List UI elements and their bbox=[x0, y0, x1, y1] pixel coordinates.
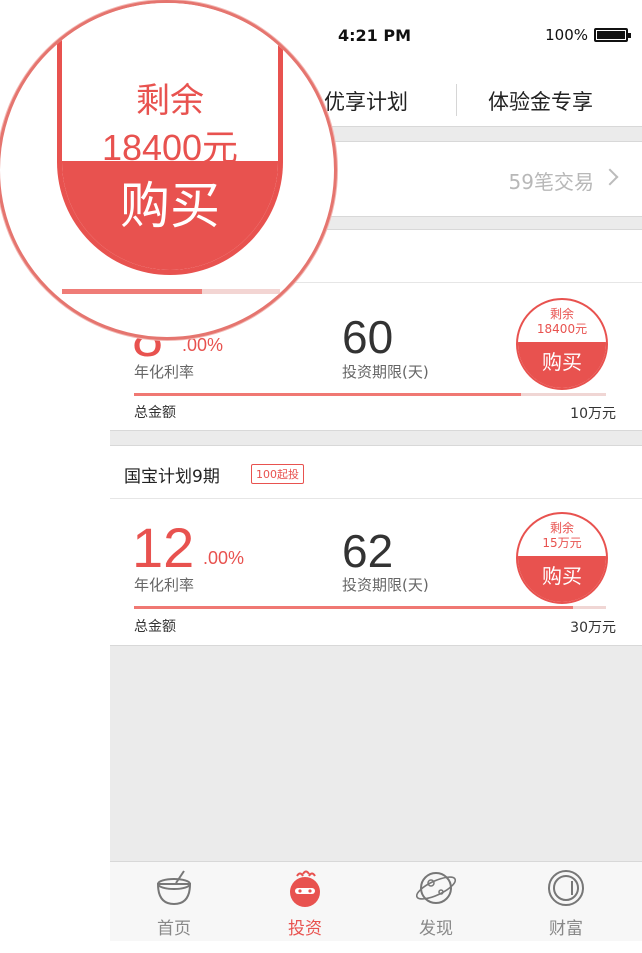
battery-icon bbox=[594, 28, 631, 42]
magnified-progress-fill bbox=[62, 289, 202, 294]
term-days: 60 bbox=[342, 311, 394, 363]
remaining-value: 18400元 bbox=[536, 322, 588, 336]
header-divider bbox=[110, 498, 642, 499]
buy-button[interactable]: 剩余 18400元 购买 bbox=[516, 298, 608, 390]
term-label: 投资期限(天) bbox=[342, 576, 429, 594]
total-amount-label: 总金额 bbox=[134, 405, 176, 421]
transactions-count: 59笔交易 bbox=[508, 170, 594, 194]
remaining-value: 15万元 bbox=[542, 536, 582, 550]
battery-percent: 100% bbox=[545, 26, 588, 44]
planet-icon bbox=[416, 872, 456, 904]
rate-label: 年化利率 bbox=[134, 576, 195, 594]
remaining-amount: 剩余 18400元 bbox=[518, 300, 606, 342]
magnifier-overlay: 剩余 18400元 购买 bbox=[0, 0, 337, 340]
nav-label-discover: 发现 bbox=[419, 919, 453, 939]
rate-integer: 12 bbox=[132, 516, 195, 579]
coconut-icon bbox=[156, 870, 192, 906]
status-time: 4:21 PM bbox=[338, 26, 412, 45]
progress-bar bbox=[134, 606, 606, 609]
buy-button[interactable]: 剩余 15万元 购买 bbox=[516, 512, 608, 604]
nav-discover[interactable]: 发现 bbox=[396, 862, 476, 942]
nav-label-wealth: 财富 bbox=[549, 919, 583, 939]
status-battery: 100% bbox=[545, 26, 631, 44]
chevron-right-icon bbox=[601, 168, 619, 186]
magnified-buy-button: 剩余 18400元 购买 bbox=[57, 3, 283, 275]
total-amount-label: 总金额 bbox=[134, 619, 176, 635]
home-indicator-area bbox=[110, 941, 642, 953]
plan-name: 国宝计划9期 bbox=[124, 467, 220, 487]
remaining-label: 剩余 bbox=[549, 521, 574, 535]
buy-label: 购买 bbox=[518, 342, 606, 388]
min-invest-tag: 100起投 bbox=[251, 464, 304, 484]
remaining-label: 剩余 bbox=[549, 307, 574, 321]
progress-fill bbox=[134, 606, 573, 609]
nav-home[interactable]: 首页 bbox=[134, 862, 214, 942]
product-card-2[interactable]: 国宝计划9期 100起投 12 .00% 年化利率 62 投资期限(天) 剩余 … bbox=[110, 446, 642, 646]
buy-label: 购买 bbox=[518, 556, 606, 602]
invest-icon bbox=[290, 870, 320, 907]
nav-label-home: 首页 bbox=[157, 919, 191, 939]
bottom-nav: 首页 投资 发现 财富 bbox=[110, 861, 642, 941]
nav-label-invest: 投资 bbox=[288, 919, 322, 939]
nav-wealth[interactable]: 财富 bbox=[526, 862, 606, 942]
tab-trial-fund[interactable]: 体验金专享 bbox=[488, 86, 593, 116]
magnified-progress-bar bbox=[62, 289, 280, 294]
magnified-buy-label: 购买 bbox=[62, 161, 278, 270]
magnified-remaining: 剩余 18400元 bbox=[62, 3, 278, 168]
progress-fill bbox=[134, 393, 522, 396]
term-days: 62 bbox=[342, 525, 394, 577]
total-amount-value: 10万元 bbox=[570, 406, 616, 422]
tab-divider bbox=[456, 84, 457, 116]
rate-label: 年化利率 bbox=[134, 363, 195, 381]
term-label: 投资期限(天) bbox=[342, 363, 429, 381]
tab-youxiang-plan[interactable]: 优享计划 bbox=[324, 86, 408, 116]
rate-decimal: .00% bbox=[203, 548, 245, 568]
section-divider bbox=[110, 430, 642, 446]
remaining-amount: 剩余 15万元 bbox=[518, 514, 606, 556]
coin-icon bbox=[548, 870, 584, 906]
total-amount-value: 30万元 bbox=[570, 620, 616, 636]
nav-invest[interactable]: 投资 bbox=[265, 862, 345, 942]
magnified-remaining-label: 剩余 bbox=[136, 81, 204, 121]
progress-bar bbox=[134, 393, 606, 396]
